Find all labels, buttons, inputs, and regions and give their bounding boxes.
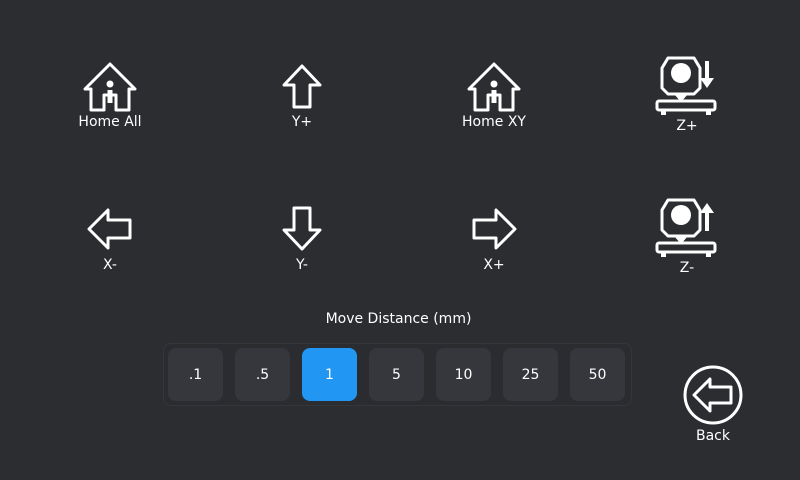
distance-option-5[interactable]: 5 — [369, 348, 424, 401]
y-minus-button[interactable]: Y- — [242, 201, 362, 301]
bed-up-icon — [655, 198, 717, 257]
home-xy-label: Home XY — [462, 114, 526, 130]
back-button[interactable]: Back — [680, 364, 746, 446]
distance-option-0.1[interactable]: .1 — [168, 348, 223, 401]
x-minus-button[interactable]: X- — [50, 201, 170, 301]
arrow-up-icon — [282, 64, 322, 109]
y-minus-label: Y- — [296, 257, 308, 273]
arrow-left-icon — [87, 208, 132, 250]
x-plus-button[interactable]: X+ — [434, 201, 554, 301]
distance-selector: .1 .5 1 5 10 25 50 — [163, 343, 632, 406]
back-label: Back — [696, 428, 730, 444]
z-plus-label: Z+ — [676, 118, 698, 134]
home-xy-button[interactable]: Home XY — [434, 58, 554, 158]
bed-down-icon — [655, 56, 717, 115]
z-plus-button[interactable]: Z+ — [627, 54, 747, 154]
move-distance-title: Move Distance (mm) — [325, 311, 472, 327]
distance-option-25[interactable]: 25 — [503, 348, 558, 401]
home-icon — [467, 62, 521, 112]
x-plus-label: X+ — [483, 257, 505, 273]
distance-option-10[interactable]: 10 — [436, 348, 491, 401]
y-plus-button[interactable]: Y+ — [242, 58, 362, 158]
move-screen: Home All Y+ Home XY Z+ X- Y- X+ Z- Move … — [0, 0, 800, 480]
z-minus-label: Z- — [679, 260, 695, 276]
x-minus-label: X- — [103, 257, 117, 273]
arrow-right-icon — [472, 208, 517, 250]
z-minus-button[interactable]: Z- — [627, 196, 747, 296]
distance-option-50[interactable]: 50 — [570, 348, 625, 401]
home-icon — [83, 62, 137, 112]
back-circle-icon — [683, 365, 743, 425]
home-all-label: Home All — [78, 114, 142, 130]
home-all-button[interactable]: Home All — [50, 58, 170, 158]
arrow-down-icon — [282, 206, 322, 251]
distance-option-1[interactable]: 1 — [302, 348, 357, 401]
distance-option-0.5[interactable]: .5 — [235, 348, 290, 401]
y-plus-label: Y+ — [291, 114, 313, 130]
